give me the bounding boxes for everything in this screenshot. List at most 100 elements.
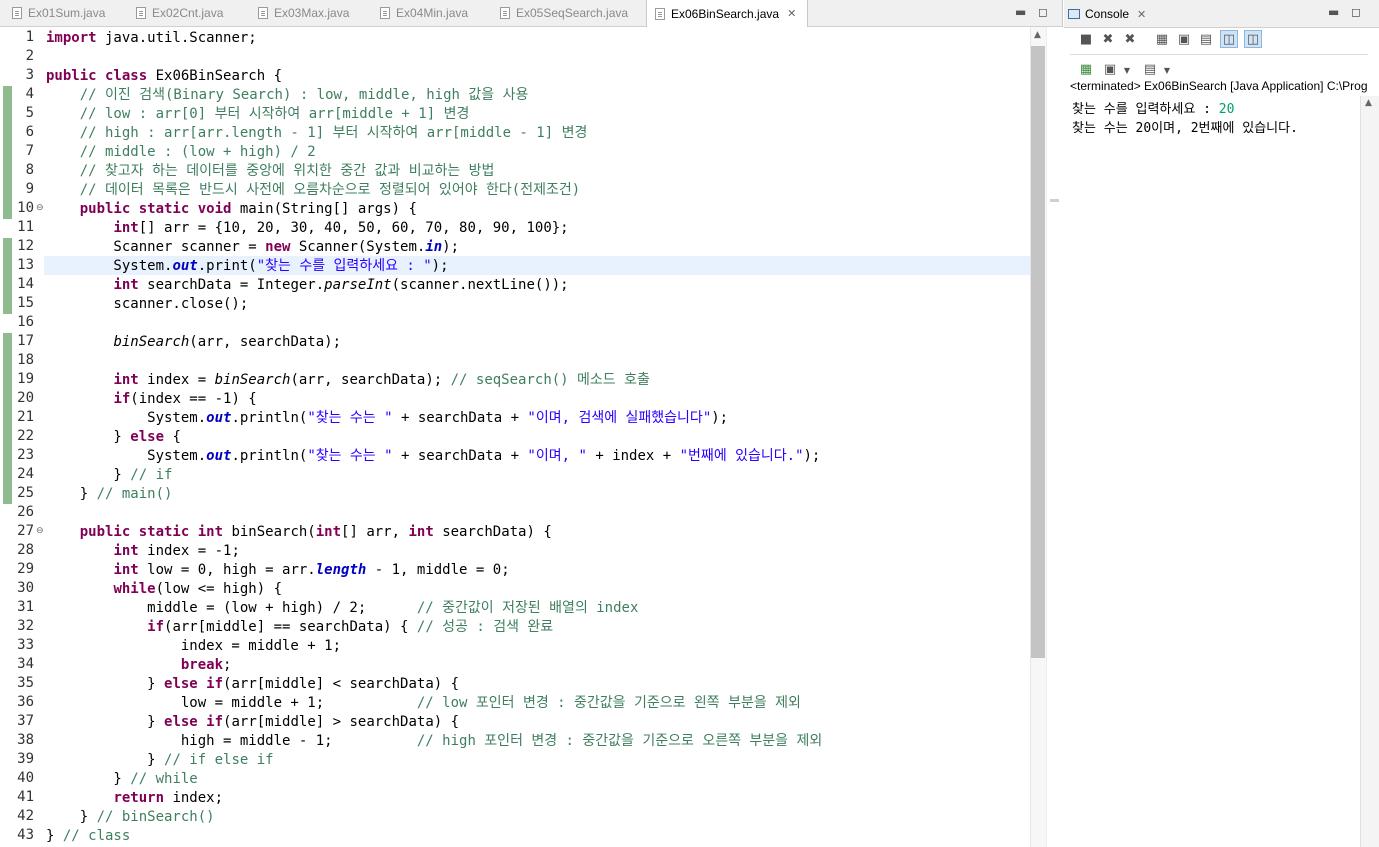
line-number: 40 [17,770,34,786]
editor-tab-label: Ex04Min.java [396,6,469,20]
code-line[interactable]: return index; [46,789,223,808]
code-line[interactable]: // high : arr[arr.length - 1] 부터 시작하여 ar… [46,124,588,143]
code-line[interactable]: break; [46,656,232,675]
code-line[interactable]: high = middle - 1; // high 포인터 변경 : 중간값을… [46,732,822,751]
code-line[interactable]: } // main() [46,485,173,504]
code-token: // high : arr[arr.length - 1] 부터 시작하여 ar… [79,125,588,141]
code-line[interactable]: } else { [46,428,180,447]
console-icon [1068,9,1080,19]
code-token: ); [711,410,729,426]
code-line[interactable]: binSearch(arr, searchData); [46,333,341,352]
open-console-icon[interactable]: ▤ [1142,61,1158,77]
java-file-icon [500,7,510,19]
chevron-down-icon[interactable]: ▼ [1119,62,1135,78]
code-line[interactable]: public static void main(String[] args) { [46,200,417,219]
editor-tab[interactable]: Ex04Min.java [372,0,480,26]
editor-tab[interactable]: Ex05SeqSearch.java [492,0,636,26]
console-maximize-icon[interactable]: ◻ [1351,5,1361,19]
code-token: low = middle + 1; [46,695,417,711]
console-minimize-icon[interactable]: ▬ [1328,5,1339,19]
chevron-down-icon[interactable]: ▼ [1159,62,1175,78]
code-editor[interactable]: ▬ ◻ Ex01Sum.java Ex02Cnt.java Ex03Max.java… [0,0,1063,847]
code-line[interactable]: System.out.println("찾는 수는 " + searchData… [46,409,728,428]
code-line[interactable]: int index = -1; [46,542,239,561]
code-token: // 중간값이 저장된 배열의 index [416,600,639,616]
code-token: main(String[] args) { [231,201,417,217]
code-line[interactable]: // middle : (low + high) / 2 [46,143,316,162]
code-line[interactable]: } else if(arr[middle] < searchData) { [46,675,459,694]
code-line[interactable]: if(index == -1) { [46,390,256,409]
line-number: 6 [25,124,34,140]
fold-toggle-icon[interactable]: ⊖ [36,526,44,536]
code-line[interactable]: int index = binSearch(arr, searchData); … [46,371,649,390]
close-icon[interactable]: ✕ [787,7,796,20]
code-token: // 찾고자 하는 데이터를 중앙에 위치한 중간 값과 비교하는 방법 [79,163,495,179]
code-line[interactable]: } // while [46,770,197,789]
clear-console-icon[interactable]: ▦ [1154,31,1170,47]
editor-tab[interactable]: Ex03Max.java [250,0,358,26]
code-token: int [113,562,139,578]
terminate-icon[interactable]: ■ [1078,31,1094,47]
code-line[interactable]: } // class [46,827,130,846]
code-line[interactable]: System.out.print("찾는 수를 입력하세요 : "); [46,257,448,276]
code-line[interactable]: // 데이터 목록은 반드시 사전에 오름차순으로 정렬되어 있어야 한다(전제… [46,181,580,200]
scroll-up-icon[interactable]: ▲ [1365,98,1372,108]
scroll-up-icon[interactable]: ▲ [1034,30,1041,40]
close-icon[interactable]: ✕ [1137,8,1146,21]
console-tab[interactable]: Console ✕ [1068,2,1146,26]
code-line[interactable]: int[] arr = {10, 20, 30, 40, 50, 60, 70,… [46,219,568,238]
code-token: } [46,809,97,825]
code-token: } [46,771,131,787]
code-token: searchData) { [433,524,552,540]
code-token: ); [442,239,460,255]
code-line[interactable]: low = middle + 1; // low 포인터 변경 : 중간값을 기… [46,694,801,713]
scrollbar-thumb[interactable] [1031,46,1045,658]
fold-toggle-icon[interactable]: ⊖ [36,203,44,213]
console-scrollbar[interactable]: ▲ [1360,96,1379,847]
code-line[interactable]: scanner.close(); [46,295,248,314]
code-line[interactable]: } // if [46,466,172,485]
show-on-stdout-icon[interactable]: ◫ [1220,30,1238,48]
minimize-icon[interactable]: ▬ [1015,5,1026,19]
code-line[interactable]: if(arr[middle] == searchData) { // 성공 : … [46,618,553,637]
code-token: // low 포인터 변경 : 중간값을 기준으로 왼쪽 부분을 제외 [416,695,801,711]
code-line[interactable]: middle = (low + high) / 2; // 중간값이 저장된 배… [46,599,638,618]
scroll-lock-icon[interactable]: ▣ [1176,31,1192,47]
show-on-stderr-icon[interactable]: ◫ [1244,30,1262,48]
word-wrap-icon[interactable]: ▤ [1198,31,1214,47]
editor-tab[interactable]: Ex02Cnt.java [128,0,236,26]
code-line[interactable]: } else if(arr[middle] > searchData) { [46,713,459,732]
code-line[interactable]: // low : arr[0] 부터 시작하여 arr[middle + 1] … [46,105,470,124]
code-line[interactable]: while(low <= high) { [46,580,282,599]
code-line[interactable]: } // if else if [46,751,273,770]
code-token: (arr[middle] < searchData) { [223,676,460,692]
code-token: low = 0, high = arr. [138,562,316,578]
code-line[interactable]: // 이진 검색(Binary Search) : low, middle, h… [46,86,529,105]
code-line[interactable]: int low = 0, high = arr.length - 1, midd… [46,561,509,580]
code-line[interactable]: public static int binSearch(int[] arr, i… [46,523,552,542]
display-console-icon[interactable]: ▣ [1102,61,1118,77]
code-token: [] arr, [341,524,409,540]
code-token: (arr, searchData); [290,372,451,388]
line-number: 10 [17,200,34,216]
code-line[interactable]: // 찾고자 하는 데이터를 중앙에 위치한 중간 값과 비교하는 방법 [46,162,495,181]
code-line[interactable]: System.out.println("찾는 수는 " + searchData… [46,447,820,466]
maximize-icon[interactable]: ◻ [1038,5,1048,19]
remove-launch-icon[interactable]: ✖ [1100,31,1116,47]
editor-tab[interactable]: Ex06BinSearch.java ✕ [646,0,808,27]
code-line[interactable]: public class Ex06BinSearch { [46,67,282,86]
code-line[interactable]: Scanner scanner = new Scanner(System.in)… [46,238,459,257]
console-view: Console ✕ ▬ ◻ ■ ✖ ✖ ▦ ▣ ▤ ◫ ◫ ▦ ▣ ▼ ▤ ▼ … [1064,0,1379,847]
pin-console-icon[interactable]: ▦ [1078,61,1094,77]
code-line[interactable]: index = middle + 1; [46,637,341,656]
code-line[interactable]: } // binSearch() [46,808,215,827]
code-token: binSearch [214,372,291,388]
code-line[interactable]: int searchData = Integer.parseInt(scanne… [46,276,568,295]
editor-tab[interactable]: Ex01Sum.java [4,0,112,26]
code-line[interactable]: import java.util.Scanner; [46,29,257,48]
remove-all-terminated-icon[interactable]: ✖ [1122,31,1138,47]
line-number: 30 [17,580,34,596]
